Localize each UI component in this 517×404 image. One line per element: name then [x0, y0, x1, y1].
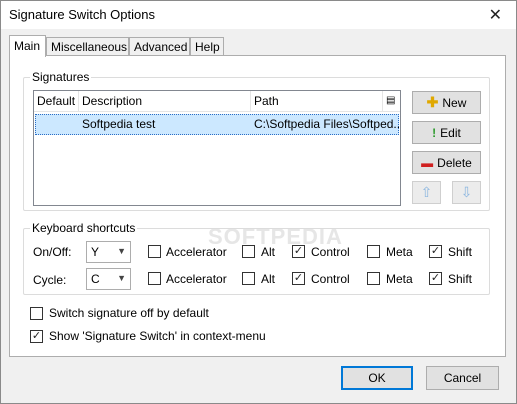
tab-advanced[interactable]: Advanced [129, 37, 190, 55]
cycle-control-label: Control [311, 272, 350, 286]
cycle-meta-checkbox[interactable] [367, 272, 380, 285]
edit-button-label: Edit [440, 125, 461, 140]
chevron-down-icon: ▼ [117, 273, 126, 283]
window-title: Signature Switch Options [9, 7, 155, 22]
row-description-cell: Softpedia test [82, 117, 156, 131]
plus-icon: ✚ [426, 94, 439, 110]
on-off-label: On/Off: [33, 245, 72, 259]
cycle-accelerator-checkbox[interactable] [148, 272, 161, 285]
on-off-shift-checkbox[interactable]: ✓ [429, 245, 442, 258]
on-off-key-value: Y [91, 245, 100, 259]
move-up-button[interactable]: ⇧ [412, 181, 441, 204]
on-off-meta-checkbox[interactable] [367, 245, 380, 258]
table-row[interactable]: Softpedia test C:\Softpedia Files\Softpe… [35, 114, 400, 135]
cycle-shift-label: Shift [448, 272, 473, 286]
column-header-description[interactable]: Description [79, 91, 251, 111]
row-default-cell [39, 115, 79, 134]
arrow-up-icon: ⇧ [420, 184, 433, 200]
title-bar: Signature Switch Options ✕ [1, 1, 516, 29]
on-off-alt-label: Alt [261, 245, 276, 259]
delete-button[interactable]: ▬ Delete [412, 151, 481, 174]
cycle-alt-label: Alt [261, 272, 276, 286]
tab-help[interactable]: Help [190, 37, 224, 55]
on-off-control-checkbox[interactable]: ✓ [292, 245, 305, 258]
cycle-alt-checkbox[interactable] [242, 272, 255, 285]
tab-main[interactable]: Main [9, 35, 46, 57]
new-button[interactable]: ✚ New [412, 91, 481, 114]
cycle-accelerator-label: Accelerator [166, 272, 227, 286]
cancel-button[interactable]: Cancel [426, 366, 499, 390]
arrow-down-icon: ⇩ [460, 184, 473, 200]
on-off-meta-label: Meta [386, 245, 413, 259]
ok-button[interactable]: OK [341, 366, 413, 390]
context-menu-checkbox[interactable]: ✓ [30, 330, 43, 343]
cycle-meta-label: Meta [386, 272, 413, 286]
chevron-down-icon: ▼ [117, 246, 126, 256]
cycle-control-checkbox[interactable]: ✓ [292, 272, 305, 285]
keyboard-shortcuts-group-label: Keyboard shortcuts [30, 221, 138, 235]
column-picker-icon[interactable]: ▤ [383, 91, 400, 111]
minus-icon: ▬ [421, 155, 434, 170]
context-menu-label: Show 'Signature Switch' in context-menu [49, 329, 266, 343]
table-header: Default Description Path ▤ [34, 91, 400, 112]
on-off-alt-checkbox[interactable] [242, 245, 255, 258]
switch-off-default-label: Switch signature off by default [49, 306, 209, 320]
cycle-label: Cycle: [33, 273, 67, 287]
signatures-group-label: Signatures [30, 70, 92, 84]
move-down-button[interactable]: ⇩ [452, 181, 481, 204]
on-off-accelerator-label: Accelerator [166, 245, 227, 259]
on-off-control-label: Control [311, 245, 350, 259]
tab-miscellaneous[interactable]: Miscellaneous [46, 37, 129, 55]
on-off-key-select[interactable]: Y ▼ [86, 241, 131, 263]
cycle-shift-checkbox[interactable]: ✓ [429, 272, 442, 285]
column-header-path[interactable]: Path [251, 91, 383, 111]
delete-button-label: Delete [437, 155, 472, 170]
switch-off-default-checkbox[interactable] [30, 307, 43, 320]
on-off-accelerator-checkbox[interactable] [148, 245, 161, 258]
cycle-key-value: C [91, 272, 100, 286]
cycle-key-select[interactable]: C ▼ [86, 268, 131, 290]
signatures-table[interactable]: Default Description Path ▤ Softpedia tes… [33, 90, 401, 206]
edit-button[interactable]: ! Edit [412, 121, 481, 144]
close-icon[interactable]: ✕ [489, 5, 502, 25]
row-path-cell: C:\Softpedia Files\Softped... [254, 117, 400, 131]
new-button-label: New [442, 95, 467, 110]
edit-icon: ! [432, 125, 437, 140]
column-header-default[interactable]: Default [34, 91, 79, 111]
on-off-shift-label: Shift [448, 245, 473, 259]
